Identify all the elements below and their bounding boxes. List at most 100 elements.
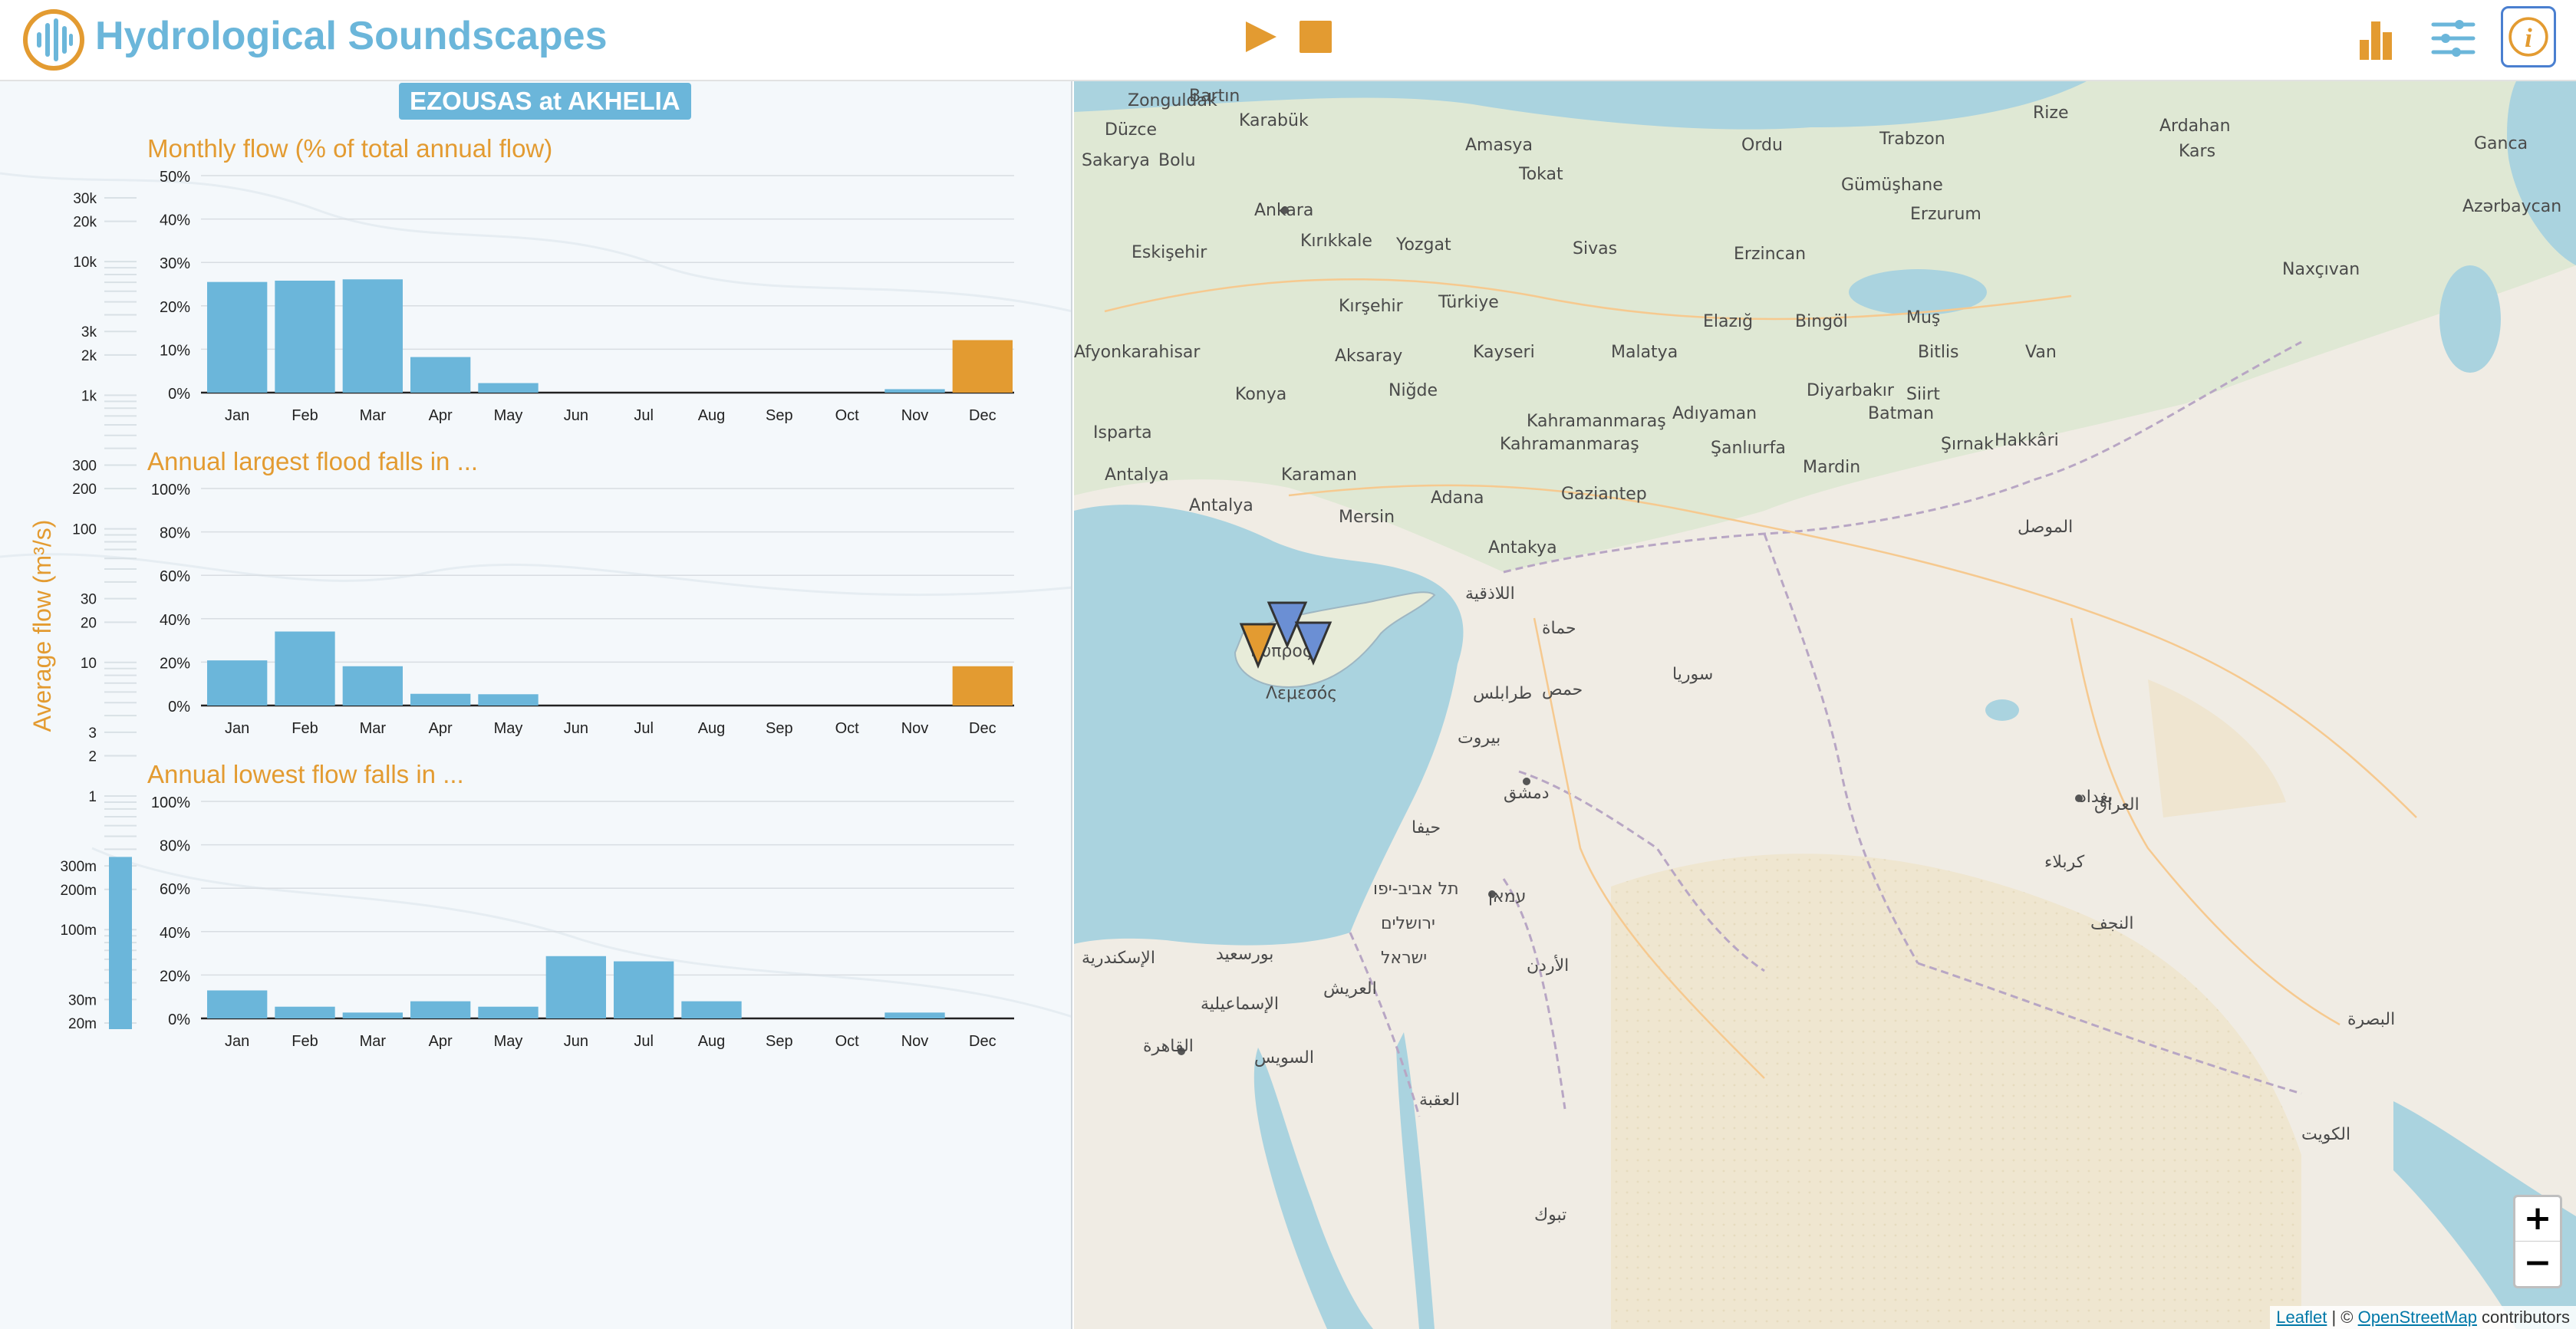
bar-feb[interactable] [275,280,335,393]
info-button[interactable]: i [2501,6,2556,67]
bar-may[interactable] [478,383,539,393]
map-view[interactable]: Zonguldak Karabük Bartın Düzce Bolu Sakarya Am… [1074,81,2576,1329]
bar-feb[interactable] [275,1006,335,1018]
map-place-label: Sakarya [1082,151,1150,170]
map-place-label: Karaman [1281,465,1357,485]
map-place-label: اللاذقية [1465,584,1515,604]
map-place-label: القاهرة [1143,1037,1194,1056]
attribution-suffix: contributors [2476,1308,2570,1327]
map-canvas[interactable]: ZonguldakKarabükBartınDüzceBoluSakaryaAm… [1074,81,2576,1329]
stop-button[interactable] [1300,21,1332,53]
y-tick-label: 20% [160,655,190,672]
sliders-icon [2431,20,2476,57]
map-place-label: Erzurum [1910,205,1981,224]
play-button[interactable] [1243,18,1280,55]
zoom-in-button[interactable]: + [2515,1197,2560,1242]
map-place-label: الإسكندرية [1082,949,1155,968]
map-place-label: עמאן [1488,887,1526,906]
map-place-label: سوريا [1672,665,1713,684]
x-tick-label: Jun [564,407,588,424]
map-place-label: تبوك [1534,1206,1566,1225]
zoom-control: + − [2513,1195,2562,1288]
y-tick-label: 20% [160,299,190,316]
bar-jun[interactable] [545,956,606,1018]
play-icon [1246,21,1276,52]
x-tick-label: Mar [360,720,387,737]
bar-jul[interactable] [614,961,674,1018]
map-place-label: دمشق [1504,784,1550,803]
bar-jan[interactable] [207,990,268,1018]
map-place-label: Batman [1868,404,1934,423]
bar-charts: 0% 10% 20% 30% 40% 50% Jan Feb Mar Apr May Jun Jul Au… [151,169,1014,1050]
x-tick-label: Jan [225,1033,249,1050]
bar-jan[interactable] [207,660,268,706]
bar-chart-button[interactable] [2350,11,2406,66]
y-tick-label: 80% [160,525,190,542]
bar-dec[interactable] [952,666,1013,706]
map-place-label: حمص [1542,680,1583,699]
x-tick-label: Dec [969,1033,996,1050]
x-tick-label: Jan [225,407,249,424]
map-place-label: Tokat [1518,165,1563,184]
bar-mar[interactable] [342,1012,403,1018]
bar-nov[interactable] [884,1012,945,1018]
x-tick-label: Aug [698,720,726,737]
settings-button[interactable] [2426,11,2481,66]
y-tick-label: 20% [160,968,190,985]
bar-aug[interactable] [681,1001,742,1018]
map-place-label: Sivas [1573,239,1617,258]
x-tick-label: Aug [698,407,726,424]
map-place-label: Λεμεσός [1266,684,1337,703]
bar-dec[interactable] [952,340,1013,393]
x-tick-label: Jun [564,720,588,737]
x-tick-label: Oct [835,720,860,737]
map-place-label: Amasya [1465,136,1533,155]
x-tick-label: Mar [360,407,387,424]
bar-nov[interactable] [884,389,945,393]
map-place-label: Gaziantep [1561,485,1647,504]
map-place-label: Niğde [1388,381,1438,400]
map-place-label: البصرة [2347,1010,2395,1029]
bar-mar[interactable] [342,279,403,393]
bar-apr[interactable] [410,693,471,706]
svg-text:i: i [2525,23,2532,53]
map-place-label: Muş [1906,308,1940,327]
map-place-label: Mersin [1339,508,1395,527]
bar-apr[interactable] [410,357,471,393]
map-place-label: حيفا [1412,818,1441,837]
x-tick-label: Jan [225,720,249,737]
bar-chart-2: 0% 20% 40% 60% 80% 100% Jan Feb Mar Apr May Jun Jul A… [151,482,1014,737]
osm-link[interactable]: OpenStreetMap [2358,1308,2477,1327]
x-tick-label: Sep [766,407,793,424]
map-place-label: Antalya [1189,496,1253,515]
bar-jan[interactable] [207,281,268,393]
map-place-label: Kars [2179,142,2215,161]
bar-apr[interactable] [410,1001,471,1018]
zoom-out-button[interactable]: − [2515,1242,2560,1286]
map-place-label: Kahramanmaraş [1527,412,1666,431]
map-place-label: Bartın [1189,87,1240,106]
soundwave-logo-icon[interactable] [21,8,86,72]
y-tick-label: 10% [160,342,190,359]
x-tick-label: Nov [901,407,929,424]
bar-mar[interactable] [342,666,403,706]
x-tick-label: Feb [292,720,318,737]
bar-may[interactable] [478,694,539,706]
map-place-label: بغداد [2079,788,2113,807]
y-tick-label: 30% [160,255,190,272]
bar-chart-3: 0% 20% 40% 60% 80% 100% Jan Feb Mar Apr May Jun Jul A… [151,794,1014,1050]
map-place-label: Karabük [1239,111,1309,130]
map-place-label: كربلاء [2044,853,2085,872]
x-tick-label: Nov [901,1033,929,1050]
map-place-label: Kırıkkale [1300,232,1372,251]
x-tick-label: Jul [634,1033,654,1050]
map-place-label: Konya [1235,385,1286,404]
leaflet-link[interactable]: Leaflet [2276,1308,2327,1327]
bar-feb[interactable] [275,631,335,706]
map-place-label: ישראל [1381,949,1427,968]
map-place-label: Naxçıvan [2282,260,2360,279]
x-tick-label: Dec [969,407,996,424]
bar-may[interactable] [478,1006,539,1018]
map-place-label: Adıyaman [1672,404,1757,423]
map-place-label: Afyonkarahisar [1074,343,1201,362]
